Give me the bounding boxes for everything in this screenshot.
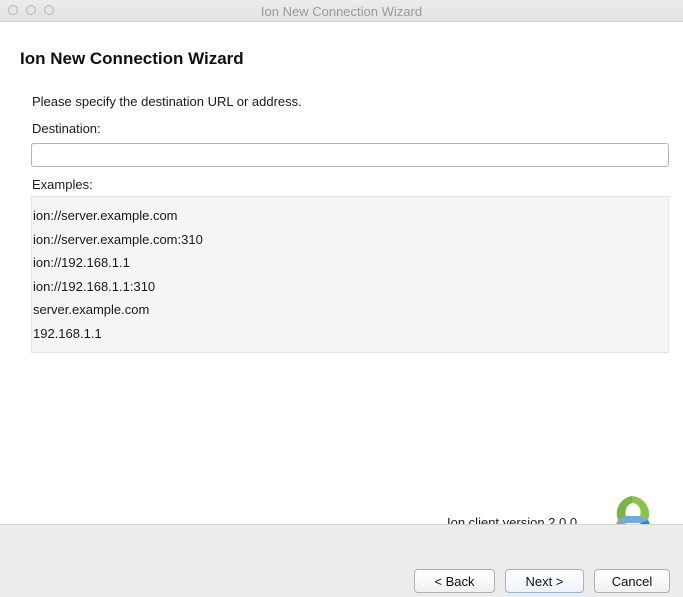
example-item: ion://server.example.com — [33, 208, 178, 223]
wizard-heading: Ion New Connection Wizard — [20, 49, 244, 68]
examples-label: Examples: — [32, 177, 93, 192]
example-item: server.example.com — [33, 302, 150, 318]
back-button[interactable]: < Back — [414, 569, 495, 593]
destination-label: Destination: — [32, 121, 101, 136]
title-bar[interactable]: Ion New Connection Wizard — [0, 0, 683, 22]
examples-box: ion://server.example.com ion://server.exa… — [31, 196, 669, 353]
wizard-content: Ion New Connection Wizard Please specify… — [0, 22, 683, 544]
example-item: ion://192.168.1.1 — [33, 255, 130, 271]
button-bar: < Back Next > Cancel — [0, 524, 683, 597]
cancel-button[interactable]: Cancel — [594, 569, 670, 593]
example-item: ion://server.example.com:310 — [33, 231, 203, 247]
window-title: Ion New Connection Wizard — [260, 4, 423, 19]
example-item: ion://192.168.1.1:310 — [33, 278, 156, 294]
next-button[interactable]: Next > — [505, 569, 584, 593]
instruction-text: Please specify the destination URL or ad… — [32, 94, 302, 109]
example-item: 192.168.1.1 — [33, 325, 102, 341]
destination-input[interactable] — [31, 143, 669, 167]
examples-list: ion://server.example.com ion://server.exa… — [33, 204, 203, 346]
